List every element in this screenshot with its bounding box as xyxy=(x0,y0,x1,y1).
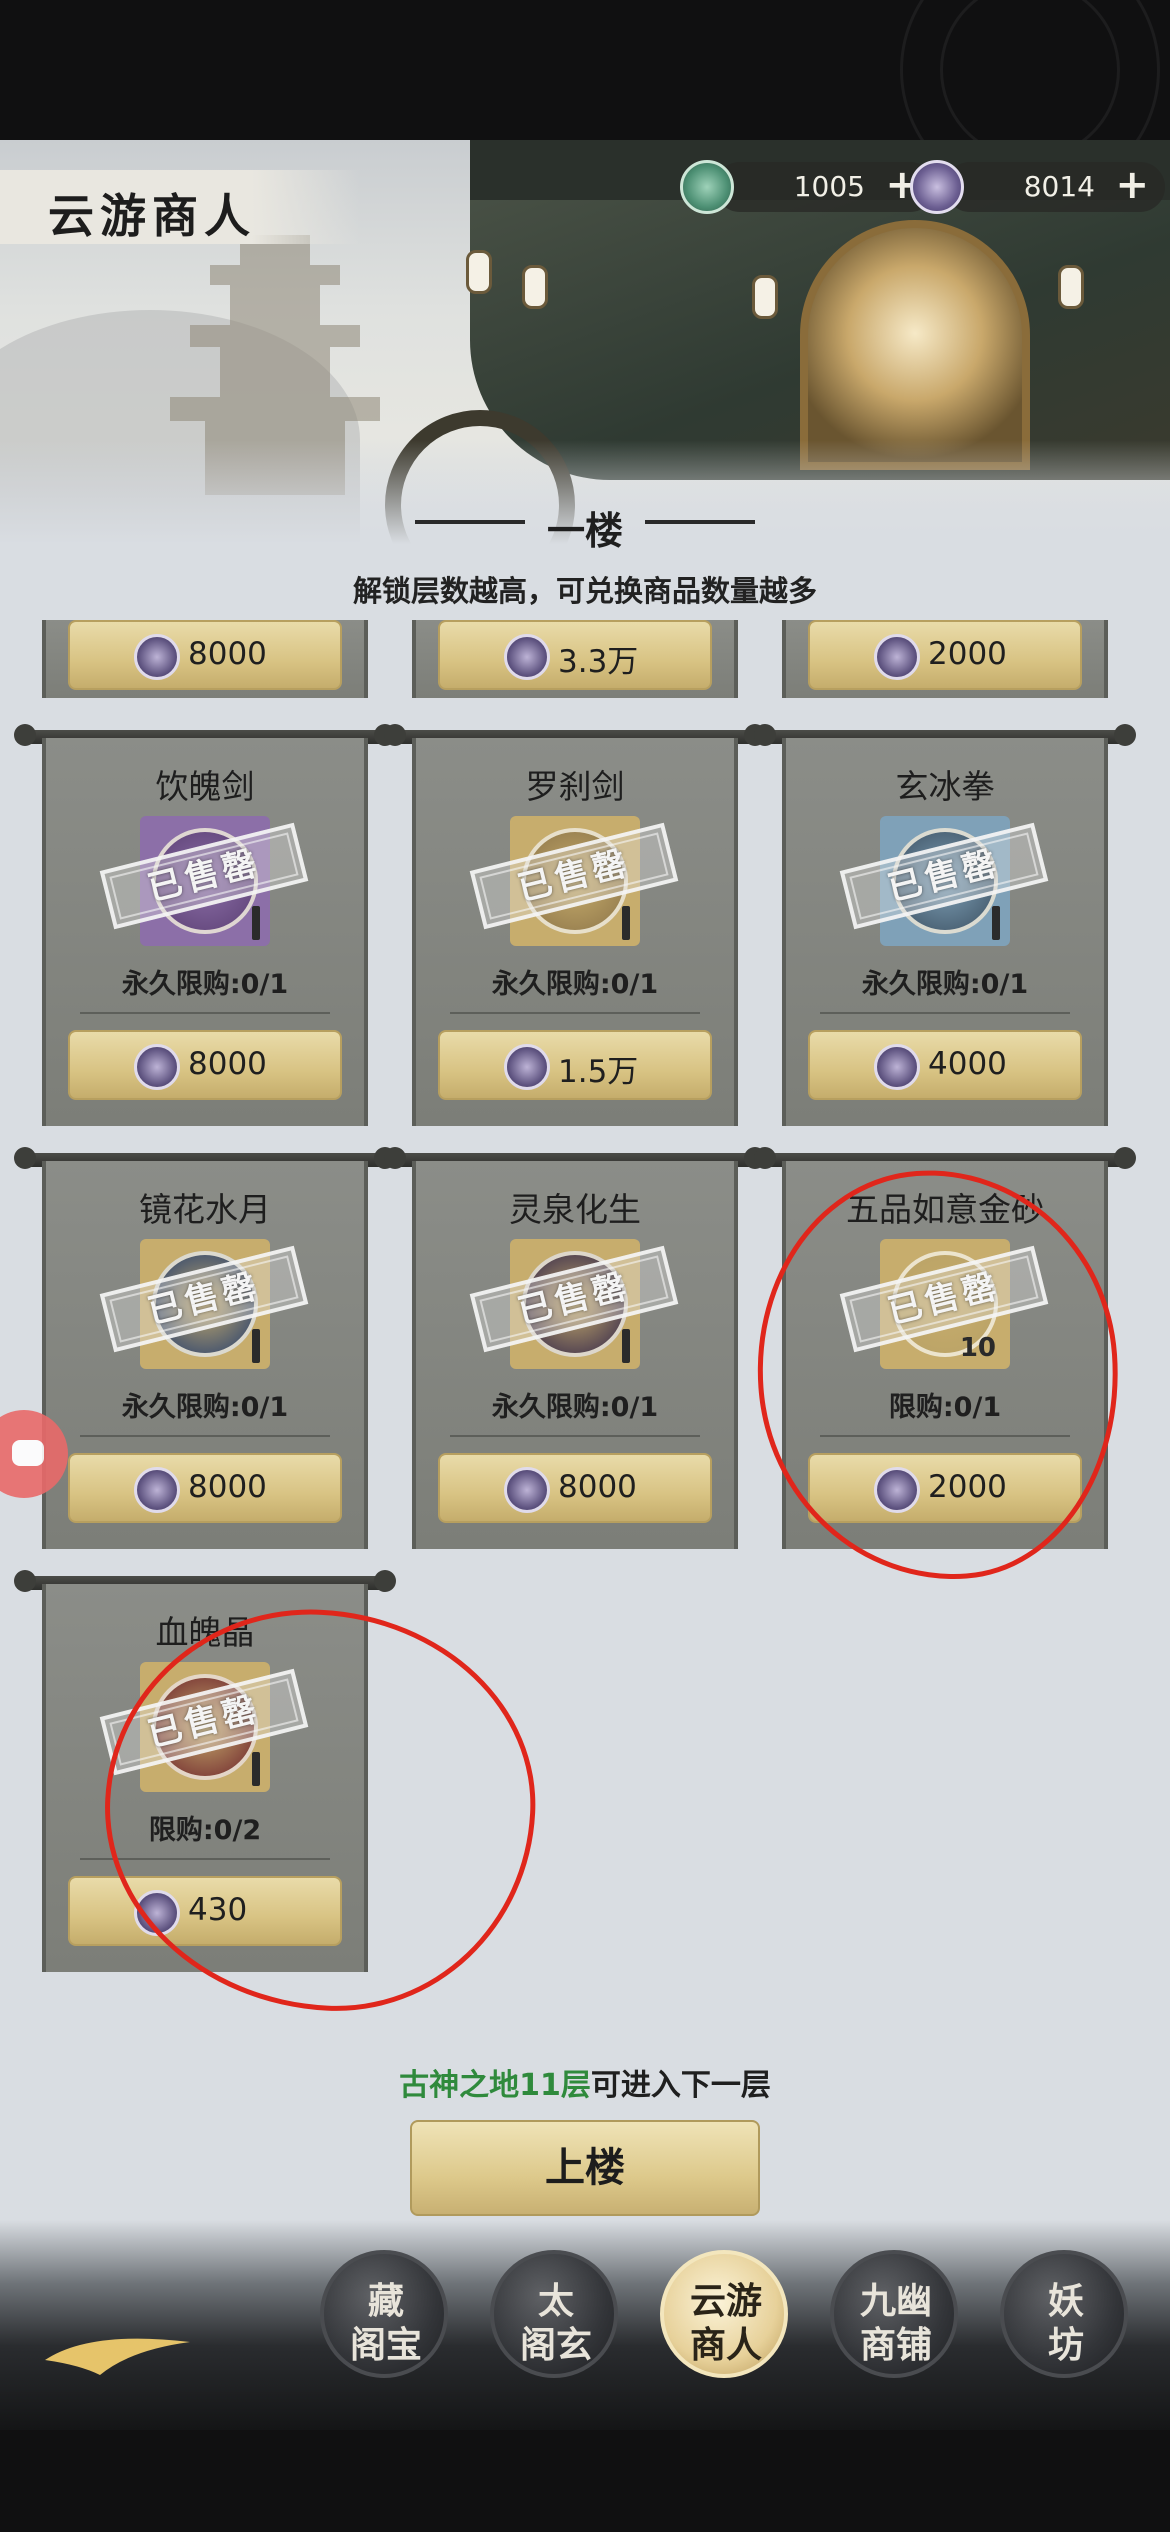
home-indicator-area xyxy=(0,2430,1170,2532)
item-image: 已售罄 xyxy=(99,816,309,946)
price-button[interactable]: 8000 xyxy=(68,1453,342,1523)
nav-tab-label-bottom: 阁玄 xyxy=(519,2324,592,2366)
purchase-limit: 永久限购:0/1 xyxy=(121,969,289,1000)
price-button[interactable]: 1.5万 xyxy=(438,1030,712,1100)
nav-tab-2[interactable]: 云游 商人 xyxy=(660,2250,788,2378)
item-image: 已售罄 xyxy=(839,816,1049,946)
price-button[interactable]: 2000 xyxy=(808,620,1082,690)
price-value: 8000 xyxy=(558,1469,637,1505)
nav-tab-4[interactable]: 妖坊 xyxy=(1000,2250,1128,2378)
price-value: 1.5万 xyxy=(558,1054,639,1090)
purchase-limit: 永久限购:0/1 xyxy=(121,1392,289,1423)
nav-tab-label-bottom: 坊 xyxy=(1047,2324,1084,2366)
jade-currency-icon xyxy=(680,160,734,214)
purchase-limit: 永久限购:0/1 xyxy=(861,969,1029,1000)
coin-icon xyxy=(134,634,180,680)
price-button[interactable]: 3.3万 xyxy=(438,620,712,690)
go-upstairs-button[interactable]: 上楼 xyxy=(410,2120,760,2216)
price-value: 2000 xyxy=(928,636,1007,672)
page-title: 云游商人 xyxy=(48,189,256,243)
brush-stroke-icon xyxy=(45,2338,190,2375)
partial-item-card[interactable]: 2000 xyxy=(760,620,1130,710)
price-button[interactable]: 8000 xyxy=(438,1453,712,1523)
header-scene: 云游商人 1005 + 8014 + 一楼 xyxy=(0,140,1170,560)
add-coin-button[interactable]: + xyxy=(1115,162,1149,208)
jade-currency: 1005 + xyxy=(715,162,935,212)
lantern-decor xyxy=(466,250,492,294)
price-value: 8000 xyxy=(188,636,267,672)
jade-amount: 1005 xyxy=(793,170,865,203)
lantern-decor xyxy=(752,275,778,319)
item-name: 饮魄剑 xyxy=(155,767,255,806)
item-name: 镜花水月 xyxy=(139,1190,271,1229)
item-name: 玄冰拳 xyxy=(895,767,995,806)
item-bar-icon xyxy=(252,906,260,940)
divider xyxy=(450,1435,700,1437)
purchase-limit: 永久限购:0/1 xyxy=(491,969,659,1000)
status-bar-area xyxy=(0,0,1170,200)
item-card[interactable]: 饮魄剑已售罄永久限购:0/1 8000 xyxy=(14,724,396,1130)
next-floor-hint: 古神之地11层可进入下一层 xyxy=(0,2060,1170,2104)
price-button[interactable]: 8000 xyxy=(68,1030,342,1100)
nav-tab-0[interactable]: 藏阁宝 xyxy=(320,2250,448,2378)
item-name: 罗刹剑 xyxy=(525,767,625,806)
item-bar-icon xyxy=(252,1329,260,1363)
item-image: 已售罄 xyxy=(99,1239,309,1369)
nav-tab-label-bottom: 商铺 xyxy=(859,2324,932,2366)
item-card[interactable]: 玄冰拳已售罄永久限购:0/1 4000 xyxy=(754,724,1136,1130)
divider xyxy=(80,1012,330,1014)
coin-icon xyxy=(134,1044,180,1090)
hint-requirement: 古神之地11层 xyxy=(399,2068,591,2103)
partial-item-card[interactable]: 3.3万 xyxy=(390,620,760,710)
price-value: 8000 xyxy=(188,1469,267,1505)
lantern-decor xyxy=(522,265,548,309)
item-image: 已售罄 xyxy=(469,1239,679,1369)
price-button[interactable]: 8000 xyxy=(68,620,342,690)
floor-title: 一楼 xyxy=(546,508,623,553)
price-value: 8000 xyxy=(188,1046,267,1082)
divider xyxy=(820,1012,1070,1014)
item-name: 灵泉化生 xyxy=(509,1190,641,1229)
nav-tab-1[interactable]: 太阁玄 xyxy=(490,2250,618,2378)
item-card[interactable]: 镜花水月已售罄永久限购:0/1 8000 xyxy=(14,1147,396,1553)
item-image: 已售罄 xyxy=(469,816,679,946)
divider xyxy=(450,1012,700,1014)
coin-icon xyxy=(504,634,550,680)
coin-currency-icon xyxy=(910,160,964,214)
price-value: 4000 xyxy=(928,1046,1007,1082)
item-card[interactable]: 罗刹剑已售罄永久限购:0/1 1.5万 xyxy=(384,724,766,1130)
item-bar-icon xyxy=(622,1329,630,1363)
coin-icon xyxy=(874,1044,920,1090)
coin-icon xyxy=(504,1467,550,1513)
lantern-decor xyxy=(1058,265,1084,309)
coin-icon xyxy=(134,1467,180,1513)
nav-tab-3[interactable]: 九幽 商铺 xyxy=(830,2250,958,2378)
price-button[interactable]: 4000 xyxy=(808,1030,1082,1100)
coin-amount: 8014 xyxy=(1023,170,1095,203)
nav-tab-label-bottom: 阁宝 xyxy=(349,2324,422,2366)
item-bar-icon xyxy=(992,906,1000,940)
purchase-limit: 永久限购:0/1 xyxy=(491,1392,659,1423)
unlock-hint: 解锁层数越高，可兑换商品数量越多 xyxy=(352,574,817,608)
coin-icon xyxy=(504,1044,550,1090)
partial-item-card[interactable]: 8000 xyxy=(20,620,390,710)
divider xyxy=(80,1435,330,1437)
shop-screen: 云游商人 1005 + 8014 + 一楼 解锁层数越高，可兑换商品数量越多 8… xyxy=(0,140,1170,2430)
item-card[interactable]: 灵泉化生已售罄永久限购:0/1 8000 xyxy=(384,1147,766,1553)
nav-tab-label-bottom: 商人 xyxy=(689,2324,762,2366)
coin-currency: 8014 + xyxy=(945,162,1165,212)
hint-text: 可进入下一层 xyxy=(590,2068,771,2103)
item-bar-icon xyxy=(622,906,630,940)
price-value: 3.3万 xyxy=(558,644,639,680)
coin-icon xyxy=(874,634,920,680)
